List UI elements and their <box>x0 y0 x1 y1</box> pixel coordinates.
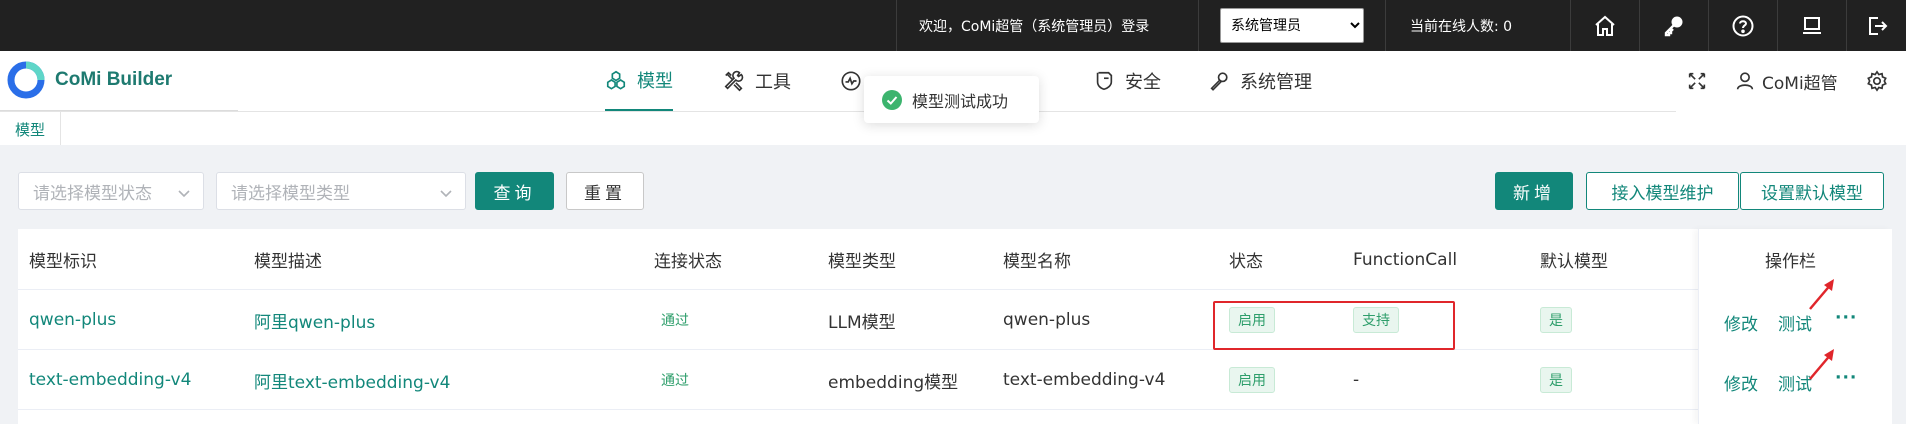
logo-icon <box>7 61 45 99</box>
col-model-desc: 模型描述 <box>254 252 322 272</box>
app-name: CoMi Builder <box>55 69 173 90</box>
cell-default-model: 是 <box>1540 290 1572 350</box>
monitor-wave-icon <box>841 71 861 91</box>
test-link[interactable]: 测试 <box>1778 310 1812 335</box>
cell-default-model: 是 <box>1540 350 1572 410</box>
col-functioncall: FunctionCall <box>1353 249 1458 270</box>
col-model-id: 模型标识 <box>29 252 97 272</box>
col-conn-status: 连接状态 <box>654 252 722 272</box>
nav-security-label: 安全 <box>1125 72 1161 93</box>
tab-model[interactable]: 模型 <box>0 112 62 146</box>
monitor-button[interactable] <box>1777 0 1846 51</box>
app-logo[interactable]: CoMi Builder <box>7 61 172 99</box>
cell-model-id[interactable]: qwen-plus <box>29 290 116 350</box>
chevron-down-icon <box>439 185 453 199</box>
success-toast: 模型测试成功 <box>864 76 1039 123</box>
conn-status-badge: 通过 <box>661 313 689 329</box>
wrench-icon <box>1210 72 1228 91</box>
chevron-down-icon <box>177 185 191 199</box>
add-button[interactable]: 新增 <box>1495 172 1573 210</box>
type-select[interactable]: 请选择模型类型 <box>216 172 466 210</box>
logout-icon <box>1868 16 1887 35</box>
nav-tools[interactable]: 工具 <box>723 51 791 111</box>
help-icon <box>1732 15 1754 36</box>
nav-security[interactable]: 安全 <box>1093 51 1161 111</box>
nav-system-label: 系统管理 <box>1240 72 1312 93</box>
user-name: CoMi超管 <box>1762 73 1838 94</box>
operations-column: 操作栏 修改 测试 ··· 修改 测试 ··· <box>1698 229 1892 424</box>
cell-model-id[interactable]: text-embedding-v4 <box>29 350 191 410</box>
online-count: 当前在线人数: 0 <box>1385 0 1570 51</box>
edit-link[interactable]: 修改 <box>1724 370 1758 395</box>
role-select[interactable]: 系统管理员 <box>1220 8 1364 43</box>
key-button[interactable] <box>1639 0 1708 51</box>
cell-conn-status: 通过 <box>654 350 696 410</box>
cell-model-name: qwen-plus <box>1003 310 1091 330</box>
shield-icon <box>1096 71 1113 91</box>
tools-icon <box>724 70 744 92</box>
nav-tools-label: 工具 <box>755 72 791 93</box>
model-table: 模型标识 模型描述 连接状态 模型类型 模型名称 状态 FunctionCall… <box>18 229 1892 424</box>
default-badge: 是 <box>1540 367 1572 393</box>
more-actions-icon[interactable]: ··· <box>1835 308 1857 328</box>
gear-icon <box>1867 70 1887 92</box>
access-model-button[interactable]: 接入模型维护 <box>1586 172 1739 210</box>
logout-button[interactable] <box>1846 0 1906 51</box>
cell-conn-status: 通过 <box>654 290 696 350</box>
annotation-arrow-icon <box>1806 277 1838 313</box>
tab-bar: 模型 <box>0 111 1676 146</box>
cell-status: 启用 <box>1229 350 1275 410</box>
conn-status-badge: 通过 <box>661 373 689 389</box>
table-row: qwen-plus 阿里qwen-plus 通过 LLM模型 qwen-plus… <box>18 290 1892 350</box>
status-select-placeholder: 请选择模型状态 <box>33 183 152 204</box>
model-icon <box>606 70 626 90</box>
home-icon <box>1595 15 1615 36</box>
reset-button[interactable]: 重置 <box>566 172 644 210</box>
highlight-box <box>1213 301 1455 350</box>
nav-model-label: 模型 <box>637 71 673 92</box>
status-select[interactable]: 请选择模型状态 <box>18 172 204 210</box>
annotation-arrow-icon <box>1806 347 1838 383</box>
fullscreen-icon <box>1688 72 1706 90</box>
fullscreen-button[interactable] <box>1686 51 1708 111</box>
query-button[interactable]: 查询 <box>475 172 554 210</box>
edit-link[interactable]: 修改 <box>1724 310 1758 335</box>
main-content: 请选择模型状态 请选择模型类型 查询 重置 新增 接入模型维护 设置默认模型 模… <box>0 145 1906 424</box>
set-default-model-button[interactable]: 设置默认模型 <box>1740 172 1884 210</box>
nav-model[interactable]: 模型 <box>605 51 673 111</box>
cell-model-desc[interactable]: 阿里qwen-plus <box>254 290 375 350</box>
monitor-icon <box>1803 16 1821 34</box>
status-badge: 启用 <box>1229 367 1275 393</box>
cell-model-desc[interactable]: 阿里text-embedding-v4 <box>254 350 450 410</box>
settings-button[interactable] <box>1866 51 1888 111</box>
more-actions-icon[interactable]: ··· <box>1835 368 1857 388</box>
default-badge: 是 <box>1540 307 1572 333</box>
col-model-name: 模型名称 <box>1003 252 1071 272</box>
cell-model-type: LLM模型 <box>828 312 896 333</box>
key-icon <box>1664 16 1683 36</box>
col-model-type: 模型类型 <box>828 252 896 272</box>
type-select-placeholder: 请选择模型类型 <box>231 183 350 204</box>
table-header: 模型标识 模型描述 连接状态 模型类型 模型名称 状态 FunctionCall… <box>18 229 1892 290</box>
top-bar: 欢迎，CoMi超管（系统管理员）登录 系统管理员 当前在线人数: 0 <box>0 0 1906 51</box>
cell-model-name: text-embedding-v4 <box>1003 370 1166 390</box>
home-button[interactable] <box>1570 0 1639 51</box>
table-row: text-embedding-v4 阿里text-embedding-v4 通过… <box>18 350 1892 410</box>
cell-functioncall: - <box>1353 370 1360 390</box>
col-default-model: 默认模型 <box>1540 252 1608 272</box>
help-button[interactable] <box>1708 0 1777 51</box>
user-menu[interactable]: CoMi超管 <box>1734 51 1838 111</box>
col-status: 状态 <box>1229 252 1263 272</box>
role-select-wrap: 系统管理员 <box>1198 0 1385 51</box>
welcome-text: 欢迎，CoMi超管（系统管理员）登录 <box>896 0 1198 51</box>
user-icon <box>1736 72 1754 90</box>
cell-model-type: embedding模型 <box>828 372 959 393</box>
toast-text: 模型测试成功 <box>912 91 1009 111</box>
nav-system[interactable]: 系统管理 <box>1208 51 1312 111</box>
check-circle-icon <box>882 89 902 110</box>
